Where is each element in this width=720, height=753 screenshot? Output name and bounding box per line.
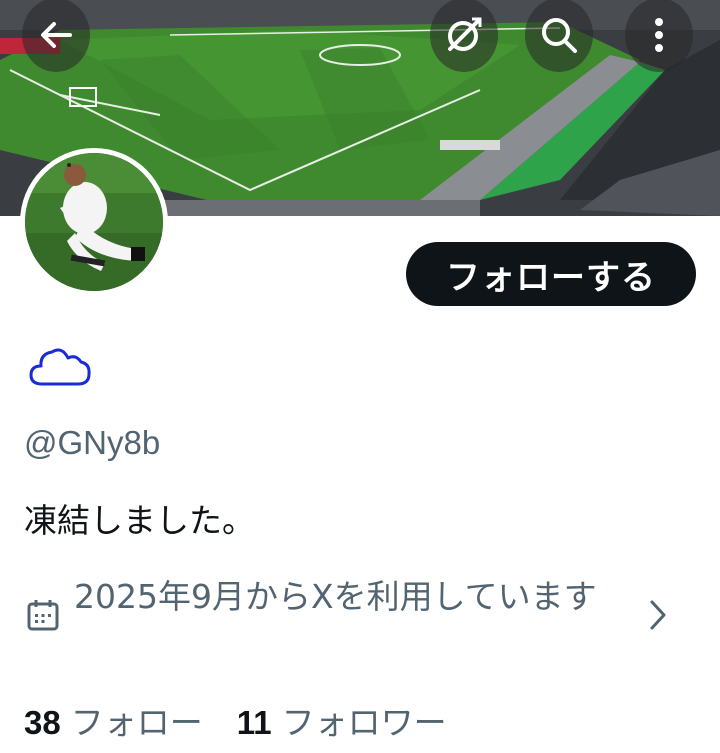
followers-link[interactable]: 11 フォロワー (237, 696, 447, 744)
joined-date: 2025年9月からXを利用しています (74, 577, 597, 616)
search-button[interactable] (525, 0, 593, 72)
follow-button[interactable]: フォローする (406, 242, 696, 306)
x-premium-icon (448, 17, 482, 51)
avatar-image (25, 153, 163, 291)
back-arrow-icon (41, 22, 72, 48)
followers-label: フォロワー (281, 703, 447, 742)
more-button[interactable] (625, 0, 693, 72)
more-vertical-icon (655, 18, 663, 52)
premium-button[interactable] (430, 0, 498, 72)
search-icon (542, 18, 577, 53)
avatar[interactable] (20, 148, 168, 296)
following-count: 38 (24, 704, 61, 741)
follow-stats: 38 フォロー 11 フォロワー (24, 696, 481, 744)
profile-bio: 凍結しました。 (24, 501, 255, 540)
profile-handle: @GNy8b (24, 424, 161, 461)
followers-count: 11 (236, 704, 272, 741)
back-button[interactable] (22, 0, 90, 72)
following-link[interactable]: 38 フォロー (24, 696, 203, 744)
chevron-right-icon[interactable] (648, 598, 668, 636)
calendar-icon (26, 598, 60, 636)
following-label: フォロー (70, 703, 203, 742)
display-name-cloud-icon (28, 344, 92, 394)
